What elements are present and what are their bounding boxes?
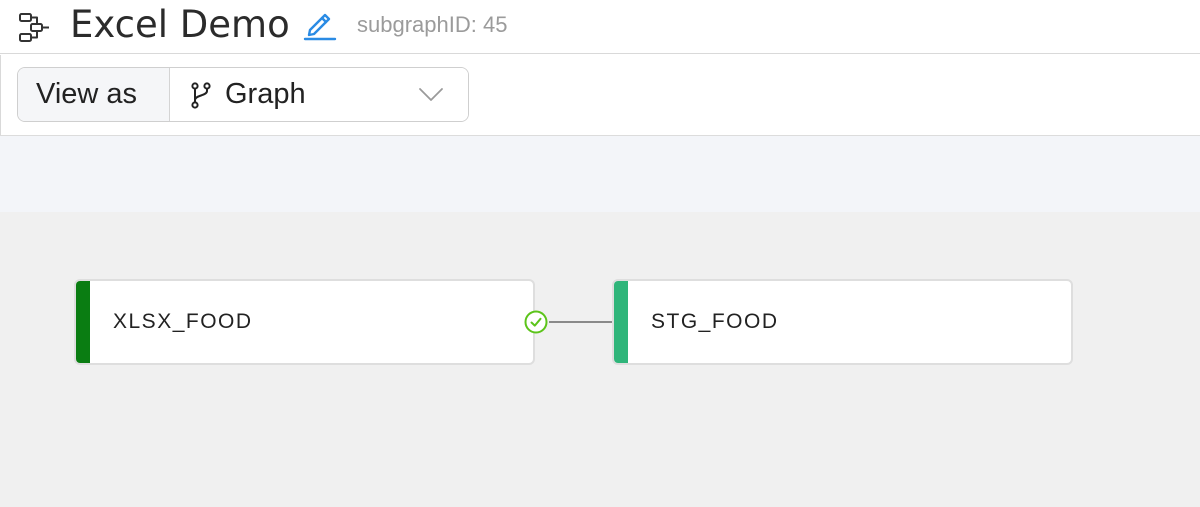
node-label: STG_FOOD bbox=[651, 310, 779, 333]
chevron-down-icon bbox=[419, 88, 443, 101]
node-status-bar bbox=[614, 281, 628, 363]
pencil-edit-icon[interactable] bbox=[302, 6, 338, 42]
branch-icon bbox=[191, 82, 211, 109]
page-header: Excel Demo subgraphID: 45 bbox=[0, 0, 1200, 54]
node-stg-food[interactable]: STG_FOOD bbox=[612, 279, 1073, 365]
view-toolbar: View as Graph bbox=[0, 55, 1200, 136]
node-status-bar bbox=[76, 281, 90, 363]
node-xlsx-food[interactable]: XLSX_FOOD bbox=[74, 279, 535, 365]
view-as-control: View as Graph bbox=[17, 67, 469, 122]
subgraph-icon bbox=[19, 13, 49, 42]
page-title: Excel Demo bbox=[70, 3, 290, 46]
node-label: XLSX_FOOD bbox=[113, 310, 253, 333]
graph-header-band bbox=[0, 136, 1200, 212]
subgraph-id-label: subgraphID: 45 bbox=[357, 12, 508, 37]
graph-canvas[interactable]: XLSX_FOOD STG_FOOD bbox=[0, 212, 1200, 507]
view-as-label: View as bbox=[18, 68, 170, 121]
success-check-icon[interactable] bbox=[523, 309, 549, 335]
app-window: Excel Demo subgraphID: 45 View as Graph … bbox=[0, 0, 1200, 507]
view-mode-select[interactable]: Graph bbox=[170, 68, 468, 121]
view-mode-value: Graph bbox=[225, 78, 306, 110]
